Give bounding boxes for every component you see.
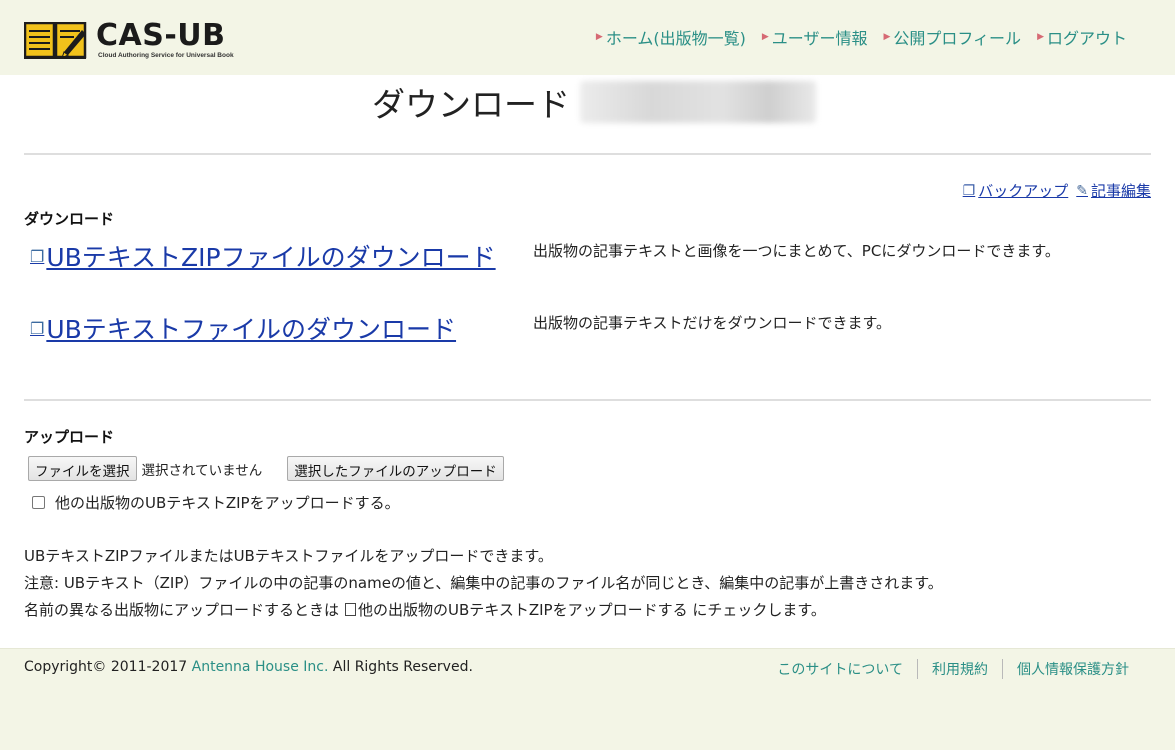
upload-note-2: 注意: UBテキスト（ZIP）ファイルの中の記事のnameの値と、編集中の記事の… (24, 574, 943, 592)
title-row: ダウンロード (372, 80, 816, 124)
nav-bullet-icon: ▶ (1037, 32, 1044, 42)
redacted-publication-name (580, 81, 816, 123)
other-publication-label[interactable]: 他の出版物のUBテキストZIPをアップロードする。 (55, 492, 400, 513)
nav-bullet-icon: ▶ (595, 32, 603, 42)
download-text-label: UBテキストファイルのダウンロード (46, 315, 457, 344)
site-logo[interactable]: CAS-UB Cloud Authoring Service for Unive… (24, 20, 234, 62)
upload-note-3: 名前の異なる出版物にアップロードするときは 他の出版物のUBテキストZIPをアップ… (24, 599, 826, 620)
site-footer: Copyright© 2011-2017 Antenna House Inc. … (0, 648, 1175, 750)
upload-note-3-post: 他の出版物のUBテキストZIPをアップロードする にチェックします。 (358, 601, 826, 619)
nav-user-info[interactable]: ▶ ユーザー情報 (762, 25, 868, 49)
footer-links: このサイトについて 利用規約 個人情報保護方針 (763, 659, 1143, 679)
nav-bullet-icon: ▶ (761, 32, 769, 42)
nav-user-info-label: ユーザー情報 (771, 29, 868, 48)
nav-bullet-icon: ▶ (883, 32, 891, 42)
other-publication-option: 他の出版物のUBテキストZIPをアップロードする。 (32, 492, 400, 513)
checkbox-icon (345, 603, 357, 616)
copy-icon: ❐ (962, 182, 976, 199)
logo-text: CAS-UB (96, 18, 226, 53)
choose-file-button[interactable]: ファイルを選択 (28, 456, 137, 481)
company-link[interactable]: Antenna House Inc. (192, 659, 329, 675)
footer-link-privacy[interactable]: 個人情報保護方針 (1003, 659, 1143, 679)
nav-logout-label: ログアウト (1046, 29, 1127, 48)
page-tools: ❐ バックアップ ✎ 記事編集 (963, 180, 1151, 201)
nav-logout[interactable]: ▶ ログアウト (1037, 25, 1127, 49)
book-icon (24, 22, 87, 59)
copy-icon: ❐ (30, 318, 45, 338)
nav-public-profile-label: 公開プロフィール (893, 29, 1022, 48)
copyright: Copyright© 2011-2017 Antenna House Inc. … (24, 659, 473, 675)
logo-tagline: Cloud Authoring Service for Universal Bo… (98, 52, 234, 59)
upload-file-button[interactable]: 選択したファイルのアップロード (287, 456, 504, 481)
page-title: ダウンロード (372, 85, 570, 124)
nav-home-label: ホーム(出版物一覧) (605, 29, 746, 48)
upload-note-3-pre: 名前の異なる出版物にアップロードするときは (24, 601, 340, 619)
top-nav: ▶ ホーム(出版物一覧) ▶ ユーザー情報 ▶ 公開プロフィール ▶ ログアウト (596, 25, 1127, 49)
nav-public-profile[interactable]: ▶ 公開プロフィール (883, 25, 1021, 49)
download-zip-description: 出版物の記事テキストと画像を一つにまとめて、PCにダウンロードできます。 (533, 242, 1060, 260)
download-section-title: ダウンロード (24, 210, 115, 228)
download-text-link[interactable]: ❐ UBテキストファイルのダウンロード (30, 310, 456, 346)
pencil-icon: ✎ (1076, 182, 1088, 199)
divider (24, 153, 1151, 155)
backup-link[interactable]: ❐ バックアップ (963, 180, 1069, 201)
backup-label: バックアップ (978, 182, 1069, 200)
copyright-pre: Copyright© 2011-2017 (24, 659, 192, 675)
upload-section-title: アップロード (24, 428, 115, 446)
upload-note-1: UBテキストZIPファイルまたはUBテキストファイルをアップロードできます。 (24, 547, 553, 565)
download-zip-label: UBテキストZIPファイルのダウンロード (46, 243, 496, 272)
download-zip-link[interactable]: ❐ UBテキストZIPファイルのダウンロード (30, 238, 496, 274)
download-text-description: 出版物の記事テキストだけをダウンロードできます。 (533, 314, 892, 332)
edit-article-link[interactable]: ✎ 記事編集 (1076, 180, 1151, 201)
upload-controls: ファイルを選択 選択されていません 選択したファイルのアップロード (28, 456, 504, 481)
other-publication-checkbox[interactable] (32, 496, 45, 509)
site-header: CAS-UB Cloud Authoring Service for Unive… (0, 0, 1175, 75)
footer-link-terms[interactable]: 利用規約 (918, 659, 1002, 679)
no-file-selected-text: 選択されていません (141, 462, 263, 479)
footer-link-about[interactable]: このサイトについて (763, 659, 917, 679)
copy-icon: ❐ (30, 246, 45, 266)
nav-home[interactable]: ▶ ホーム(出版物一覧) (596, 25, 746, 49)
copyright-post: All Rights Reserved. (328, 659, 473, 675)
edit-article-label: 記事編集 (1090, 182, 1151, 200)
divider (24, 399, 1151, 401)
